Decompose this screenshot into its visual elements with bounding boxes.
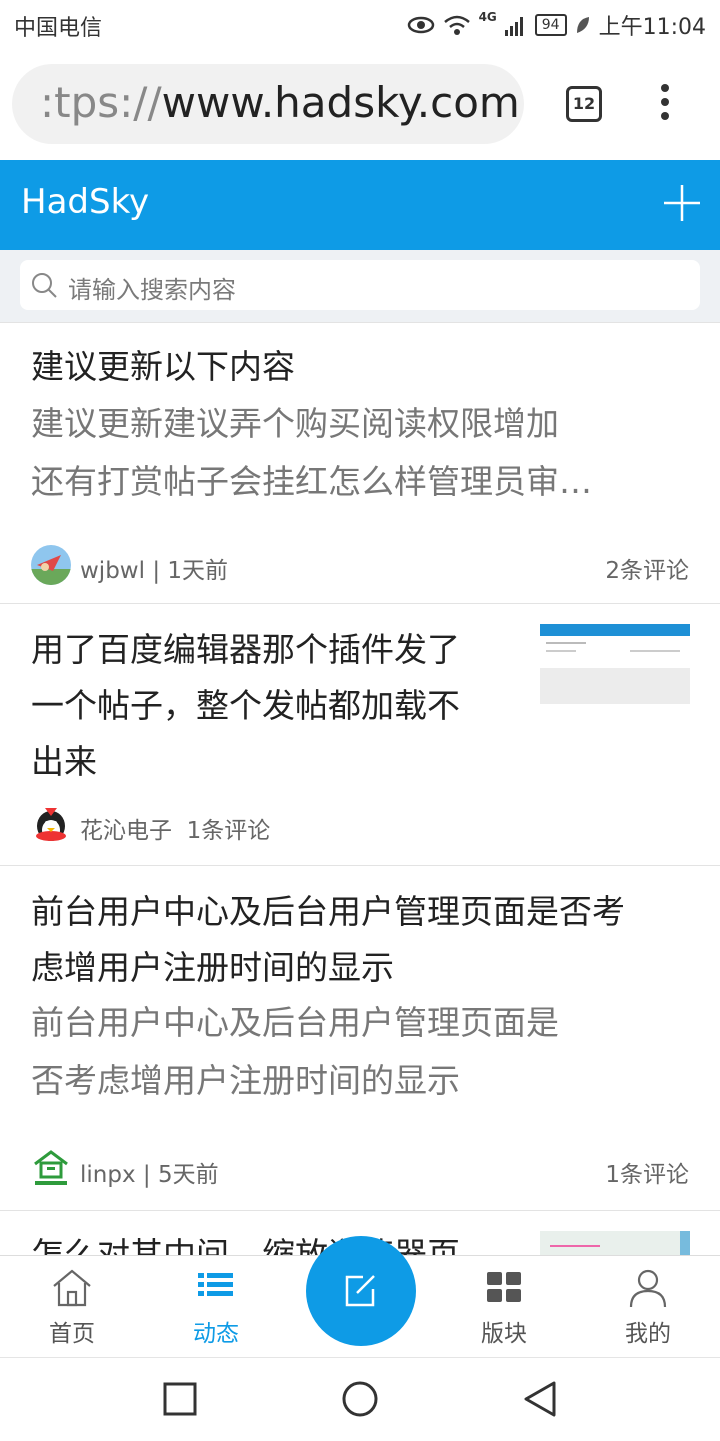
battery-indicator: 94: [534, 14, 567, 36]
app-title: HadSky: [21, 182, 150, 222]
post-excerpt-line: 否考虑增用户注册时间的显示: [31, 1061, 460, 1100]
address-bar[interactable]: :tps://www.hadsky.com: [12, 64, 524, 144]
system-navigation-bar: [0, 1357, 720, 1441]
author-name[interactable]: linpx: [80, 1162, 136, 1188]
tab-switcher-button[interactable]: 12: [566, 86, 602, 122]
url-host: www.hadsky.com: [161, 78, 520, 127]
post-excerpt: 建议更新建议弄个购买阅读权限增加 还有打赏帖子会挂红怎么样管理员审…: [31, 395, 592, 511]
post-time: 5天前: [157, 1162, 219, 1188]
status-bar: 中国电信 4G 94 上午11:04: [0, 0, 720, 50]
home-button-icon[interactable]: [341, 1380, 379, 1418]
post-excerpt: 前台用户中心及后台用户管理页面是 否考虑增用户注册时间的显示: [31, 994, 559, 1110]
post-title-line: 一个帖子，整个发帖都加载不: [31, 686, 460, 725]
post-title-line: 用了百度编辑器那个插件发了: [31, 630, 460, 669]
recents-icon[interactable]: [163, 1382, 197, 1416]
post-meta: linpx | 5天前: [80, 1162, 219, 1188]
nav-home[interactable]: 首页: [17, 1256, 127, 1356]
comment-count: 1条评论: [186, 818, 271, 844]
nav-feed[interactable]: 动态: [161, 1256, 271, 1356]
post-thumbnail[interactable]: [540, 1231, 690, 1256]
nav-label: 动态: [193, 1321, 239, 1347]
compose-button[interactable]: [306, 1236, 416, 1346]
search-input[interactable]: 请输入搜索内容: [20, 260, 700, 310]
wifi-icon: [443, 15, 470, 35]
post-thumbnail[interactable]: [540, 624, 690, 704]
post-title-line: 前台用户中心及后台用户管理页面是否考: [31, 892, 625, 931]
author-name[interactable]: 花沁电子: [80, 818, 172, 844]
user-icon: [629, 1269, 667, 1308]
back-icon[interactable]: [522, 1380, 558, 1418]
post-item[interactable]: 建议更新以下内容 建议更新建议弄个购买阅读权限增加 还有打赏帖子会挂红怎么样管理…: [0, 322, 720, 604]
grid-icon: [487, 1272, 521, 1302]
signal-icon: [504, 17, 523, 36]
app-header: HadSky: [0, 160, 720, 250]
post-meta: wjbwl | 1天前: [80, 558, 229, 584]
nav-label: 首页: [49, 1321, 95, 1347]
browser-menu-button[interactable]: [655, 84, 675, 124]
post-title[interactable]: 建议更新以下内容: [31, 339, 295, 395]
home-icon: [53, 1269, 91, 1307]
avatar[interactable]: [31, 1148, 71, 1188]
clock: 上午11:04: [598, 15, 706, 40]
post-excerpt-line: 前台用户中心及后台用户管理页面是: [31, 1003, 559, 1042]
post-title-line: 虑增用户注册时间的显示: [31, 948, 394, 987]
post-excerpt-line: 建议更新建议弄个购买阅读权限增加: [31, 404, 559, 443]
leaf-icon: [576, 17, 589, 33]
network-type-label: 4G: [478, 10, 497, 24]
post-meta: 花沁电子 1条评论: [80, 811, 270, 845]
author-name[interactable]: wjbwl: [80, 558, 145, 584]
post-title[interactable]: 用了百度编辑器那个插件发了 一个帖子，整个发帖都加载不 出来: [31, 622, 460, 790]
nav-profile[interactable]: 我的: [593, 1256, 703, 1356]
status-icons: 4G 94 上午11:04: [407, 10, 706, 40]
url-text[interactable]: :tps://www.hadsky.com: [40, 78, 520, 127]
compose-icon: [345, 1275, 375, 1307]
comment-count: 2条评论: [605, 558, 689, 584]
url-scheme: :tps://: [40, 78, 162, 127]
browser-toolbar: :tps://www.hadsky.com 12: [0, 50, 720, 160]
post-item[interactable]: 用了百度编辑器那个插件发了 一个帖子，整个发帖都加载不 出来 花沁电子 1条评论: [0, 603, 720, 866]
nav-boards[interactable]: 版块: [449, 1256, 559, 1356]
eye-icon: [407, 16, 434, 34]
search-icon: [32, 273, 57, 298]
nav-label: 版块: [481, 1321, 527, 1347]
post-excerpt-line: 还有打赏帖子会挂红怎么样管理员审…: [31, 462, 592, 501]
post-time: 1天前: [167, 558, 229, 584]
carrier-label: 中国电信: [14, 16, 103, 41]
search-placeholder: 请输入搜索内容: [68, 276, 236, 304]
avatar[interactable]: [31, 804, 71, 844]
nav-label: 我的: [625, 1321, 671, 1347]
post-item[interactable]: 前台用户中心及后台用户管理页面是否考 虑增用户注册时间的显示 前台用户中心及后台…: [0, 865, 720, 1211]
add-icon[interactable]: [662, 183, 702, 223]
post-title[interactable]: 怎么对其中间，缩放浏览器页: [31, 1227, 511, 1256]
comment-count: 1条评论: [605, 1162, 689, 1188]
search-bar-container: 请输入搜索内容: [0, 250, 720, 322]
list-icon: [198, 1273, 233, 1296]
avatar[interactable]: [31, 545, 71, 585]
post-title[interactable]: 前台用户中心及后台用户管理页面是否考 虑增用户注册时间的显示: [31, 884, 625, 996]
post-title-line: 出来: [31, 742, 97, 781]
